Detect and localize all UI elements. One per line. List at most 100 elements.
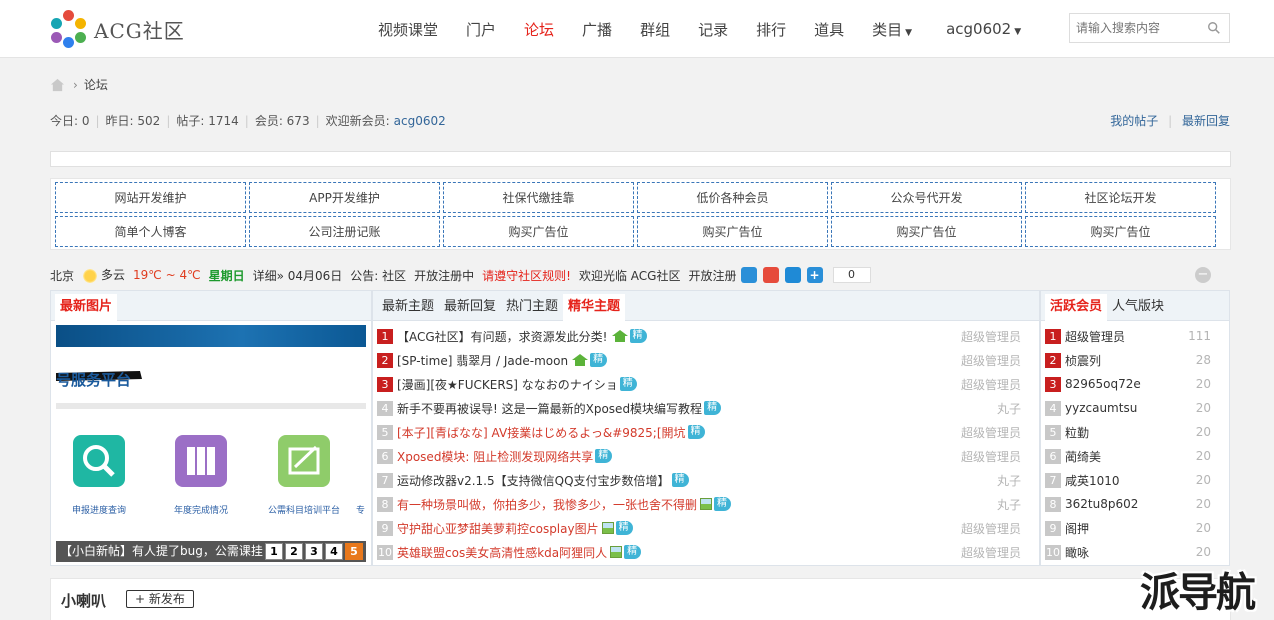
- member-name-link[interactable]: yyzcaumtsu: [1065, 401, 1137, 415]
- member-name-link[interactable]: 桢震列: [1065, 352, 1101, 369]
- ad-slot[interactable]: 公司注册记账: [249, 216, 440, 247]
- nav-item[interactable]: 道具: [800, 19, 858, 40]
- member-name-link[interactable]: 362tu8p602: [1065, 497, 1138, 511]
- ad-slot[interactable]: 简单个人博客: [55, 216, 246, 247]
- search-input[interactable]: [1070, 14, 1200, 42]
- nav-item[interactable]: 门户: [452, 19, 510, 40]
- thread-author-link[interactable]: 超级管理员: [961, 352, 1021, 369]
- digest-badge-icon: 精: [714, 497, 732, 511]
- thread-tab[interactable]: 热门主题: [501, 294, 563, 320]
- new-member-link[interactable]: acg0602: [394, 114, 446, 128]
- member-name-link[interactable]: 蔺绮美: [1065, 448, 1101, 465]
- nav-item[interactable]: 群组: [626, 19, 684, 40]
- thread-title-link[interactable]: 守护甜心亚梦甜美萝莉控cosplay图片: [397, 520, 599, 537]
- member-tab[interactable]: 活跃会员: [1045, 294, 1108, 321]
- thread-tab[interactable]: 精华主题: [563, 294, 626, 321]
- thread-tab[interactable]: 最新主题: [377, 294, 439, 320]
- top-header: ACG社区 视频课堂 门户 论坛 广播 群组 记录 排行 道具 类目 ▼ acg0602 ▼: [0, 0, 1274, 58]
- plus-share-icon[interactable]: +: [806, 267, 823, 283]
- slide-page-button[interactable]: 3: [305, 543, 323, 560]
- search-icon[interactable]: [1207, 21, 1221, 35]
- ad-slot[interactable]: 购买广告位: [1025, 216, 1216, 247]
- nav-item[interactable]: 论坛: [510, 19, 568, 40]
- weather-detail-link[interactable]: 详细» 04月06日: [253, 267, 343, 284]
- notice-item[interactable]: 开放注册: [688, 267, 736, 284]
- ad-slot[interactable]: 购买广告位: [443, 216, 634, 247]
- thread-author-link[interactable]: 丸子: [997, 496, 1021, 513]
- member-tab[interactable]: 人气版块: [1107, 294, 1169, 320]
- notice-item[interactable]: 请遵守社区规则!: [482, 267, 571, 284]
- digest-badge-icon: 精: [629, 329, 647, 343]
- qzone-share-icon[interactable]: [740, 267, 757, 283]
- thread-author-link[interactable]: 超级管理员: [961, 376, 1021, 393]
- my-posts-link[interactable]: 我的帖子: [1110, 114, 1158, 128]
- slide-pager: 12345: [263, 543, 363, 560]
- ad-slot[interactable]: APP开发维护: [249, 182, 440, 213]
- slide-page-button[interactable]: 1: [265, 543, 283, 560]
- app-shortcut[interactable]: 年度完成情况: [163, 435, 239, 516]
- nav-item[interactable]: 排行: [742, 19, 800, 40]
- thread-title-link[interactable]: [漫画][夜★FUCKERS] ななおのナイショ: [397, 376, 618, 393]
- ad-slot[interactable]: 低价各种会员: [637, 182, 828, 213]
- thread-author-link[interactable]: 超级管理员: [961, 424, 1021, 441]
- weibo-share-icon[interactable]: [762, 267, 779, 283]
- thread-tab[interactable]: 最新回复: [439, 294, 501, 320]
- member-name-link[interactable]: 82965oq72e: [1065, 377, 1141, 391]
- home-icon[interactable]: [50, 78, 65, 92]
- ad-slot[interactable]: 网站开发维护: [55, 182, 246, 213]
- thread-author-link[interactable]: 超级管理员: [961, 520, 1021, 537]
- ad-slot[interactable]: 社保代缴挂靠: [443, 182, 634, 213]
- site-logo[interactable]: ACG社区: [50, 8, 185, 50]
- members-panel: 活跃会员 人气版块 1 超级管理员 111 2 桢震列 28 3 82965oq72e 20 4 yy…: [1040, 290, 1230, 566]
- nav-item[interactable]: 广播: [568, 19, 626, 40]
- member-name-link[interactable]: 咸英1010: [1065, 472, 1120, 489]
- member-name-link[interactable]: 超级管理员: [1065, 328, 1125, 345]
- app-icon: [175, 435, 227, 487]
- thread-author-link[interactable]: 超级管理员: [961, 448, 1021, 465]
- thread-author-link[interactable]: 丸子: [997, 472, 1021, 489]
- ad-slot[interactable]: 公众号代开发: [831, 182, 1022, 213]
- member-name-link[interactable]: 阁押: [1065, 520, 1089, 537]
- slide-page-button[interactable]: 4: [325, 543, 343, 560]
- ad-slot[interactable]: 购买广告位: [637, 216, 828, 247]
- thread-title-link[interactable]: 运动修改器v2.1.5【支持微信QQ支付宝步数倍增】: [397, 472, 670, 489]
- tab-latest-images[interactable]: 最新图片: [55, 294, 118, 321]
- digest-badge-icon: 精: [624, 545, 642, 559]
- image-slideshow[interactable]: 号服务平台 申报进度查询 年度完成情况 公需科目培训平台 专 【小白新帖】有人提了b…: [56, 325, 366, 563]
- nav-category-menu[interactable]: 类目 ▼: [858, 19, 926, 40]
- qq-share-icon[interactable]: [784, 267, 801, 283]
- slide-page-button[interactable]: 2: [285, 543, 303, 560]
- member-post-count: 20: [1195, 401, 1211, 415]
- notice-item[interactable]: 欢迎光临 ACG社区: [579, 267, 681, 284]
- new-post-button[interactable]: + 新发布: [126, 590, 194, 608]
- thread-row: 5 [本子][青ばなな] AV接業はじめるよっ&#9825;[開坑精 超级管理员: [377, 420, 1035, 444]
- logo-mark-icon: [50, 10, 88, 48]
- thread-author-link[interactable]: 超级管理员: [961, 544, 1021, 561]
- thread-title-link[interactable]: 新手不要再被误导! 这是一篇最新的Xposed模块编写教程: [397, 400, 702, 417]
- digest-badge-icon: 精: [619, 377, 637, 391]
- nav-item[interactable]: 视频课堂: [364, 19, 452, 40]
- breadcrumb-current[interactable]: 论坛: [84, 76, 108, 93]
- user-menu[interactable]: acg0602 ▼: [932, 20, 1035, 38]
- thread-title-link[interactable]: [本子][青ばなな] AV接業はじめるよっ&#9825;[開坑: [397, 424, 686, 441]
- thread-title-link[interactable]: [SP-time] 翡翠月 / Jade-moon: [397, 352, 568, 369]
- slide-page-button[interactable]: 5: [345, 543, 363, 560]
- thread-author-link[interactable]: 丸子: [997, 400, 1021, 417]
- ad-slot[interactable]: 购买广告位: [831, 216, 1022, 247]
- weather-info: 多云: [82, 266, 125, 284]
- latest-replies-link[interactable]: 最新回复: [1182, 114, 1230, 128]
- thread-title-link[interactable]: 【ACG社区】有问题，求资源发此分类!: [397, 328, 608, 345]
- thread-title-link[interactable]: Xposed模块: 阻止检测发现网络共享: [397, 448, 593, 465]
- member-name-link[interactable]: 粒勤: [1065, 424, 1089, 441]
- ad-slot[interactable]: 社区论坛开发: [1025, 182, 1216, 213]
- nav-item[interactable]: 记录: [684, 19, 742, 40]
- member-name-link[interactable]: 瞰咏: [1065, 544, 1089, 561]
- collapse-icon[interactable]: −: [1195, 267, 1211, 283]
- notice-item[interactable]: 开放注册中: [414, 267, 474, 284]
- thread-title-link[interactable]: 有一种场景叫做，你拍多少，我惨多少，一张也舍不得删: [397, 496, 697, 513]
- app-shortcut[interactable]: 公需科目培训平台: [266, 435, 342, 516]
- rank-badge: 8: [1045, 496, 1061, 512]
- thread-author-link[interactable]: 超级管理员: [961, 328, 1021, 345]
- thread-title-link[interactable]: 英雄联盟cos美女高清性感kda阿狸同人: [397, 544, 607, 561]
- app-shortcut[interactable]: 申报进度查询: [61, 435, 137, 516]
